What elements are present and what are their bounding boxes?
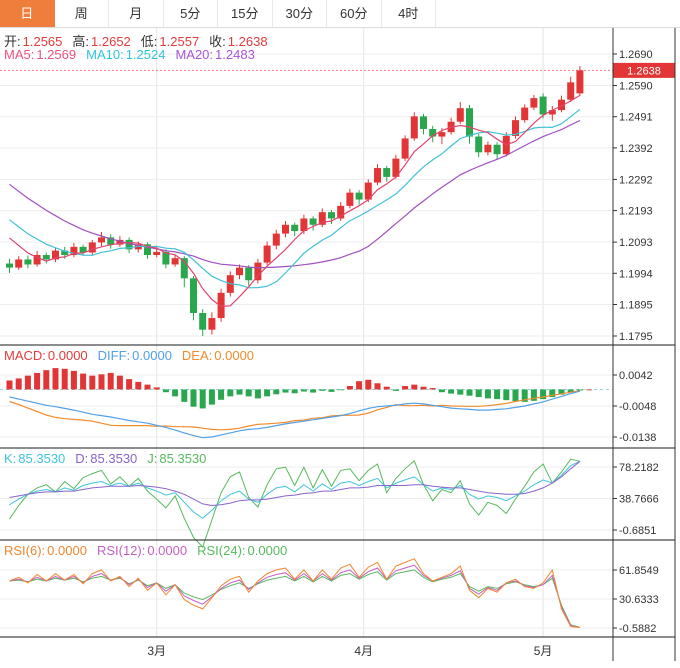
svg-text:1.2093: 1.2093 — [619, 237, 653, 249]
diff-value: 0.0000 — [132, 348, 172, 363]
ma20-label: MA20: — [175, 47, 214, 62]
ma20-value: 1.2483 — [215, 47, 255, 62]
macd-value: 0.0000 — [47, 348, 88, 363]
macd-header: MACD: 0.0000 DIFF: 0.0000 DEA: 0.0000 — [4, 348, 256, 363]
dea-value: 0.0000 — [214, 348, 255, 363]
svg-text:1.1994: 1.1994 — [619, 268, 653, 280]
tab-5分[interactable]: 5分 — [163, 0, 218, 27]
svg-text:1.2193: 1.2193 — [619, 206, 653, 218]
rsi6-label: RSI(6): — [4, 543, 46, 558]
tab-60分[interactable]: 60分 — [327, 0, 382, 27]
tab-月[interactable]: 月 — [109, 0, 164, 27]
svg-text:-0.0138: -0.0138 — [619, 432, 656, 444]
rsi24-label: RSI(24): — [197, 543, 246, 558]
rsi24-value: 0.0000 — [247, 543, 288, 558]
ma5-value: 1.2569 — [36, 47, 77, 62]
month-label-4月: 4月 — [354, 644, 374, 658]
svg-text:1.2292: 1.2292 — [619, 174, 653, 186]
rsi12-value: 0.0000 — [147, 543, 188, 558]
month-label-3月: 3月 — [147, 644, 167, 658]
svg-text:-0.0048: -0.0048 — [619, 401, 656, 413]
rsi6-value: 0.0000 — [47, 543, 87, 558]
d-value: 85.3530 — [90, 451, 138, 466]
svg-text:0.0042: 0.0042 — [619, 370, 653, 382]
tab-30分[interactable]: 30分 — [272, 0, 327, 27]
ma-header: MA5: 1.2569 MA10: 1.2524 MA20: 1.2483 — [4, 47, 257, 62]
k-label: K: — [4, 451, 17, 466]
ma5-label: MA5: — [4, 47, 35, 62]
x-axis-labels: 3月 4月 5月 — [0, 639, 680, 663]
svg-text:78.2182: 78.2182 — [619, 462, 659, 474]
svg-text:-0.5882: -0.5882 — [619, 623, 656, 635]
j-value: 85.3530 — [159, 451, 207, 466]
svg-text:1.2392: 1.2392 — [619, 143, 653, 155]
svg-text:1.2590: 1.2590 — [619, 81, 653, 93]
rsi-header: RSI(6): 0.0000 RSI(12): 0.0000 RSI(24): 0.000… — [4, 543, 289, 558]
svg-text:1.1895: 1.1895 — [619, 299, 653, 311]
month-label-5月: 5月 — [533, 644, 553, 658]
svg-text:1.2690: 1.2690 — [619, 49, 653, 61]
svg-text:61.8549: 61.8549 — [619, 565, 659, 577]
svg-text:38.7666: 38.7666 — [619, 493, 659, 505]
trading-chart-app: 日周月 5分 15分 30分 60分 4时 1.2690 1.2590 1.2491 1.239… — [0, 0, 680, 668]
ma10-value: 1.2524 — [125, 47, 166, 62]
d-label: D: — [75, 451, 89, 466]
rsi12-label: RSI(12): — [96, 543, 146, 558]
timeframe-tabbar: 日周月 5分 15分 30分 60分 4时 — [0, 0, 680, 28]
tab-周[interactable]: 周 — [54, 0, 109, 27]
kdj-header: K: 85.3530 D: 85.3530 J: 85.3530 — [4, 451, 208, 466]
macd-label: MACD: — [4, 348, 46, 363]
diff-label: DIFF: — [97, 348, 131, 363]
tab-日[interactable]: 日 — [0, 0, 55, 27]
svg-text:1.2491: 1.2491 — [619, 112, 653, 124]
last-price-badge-text: 1.2638 — [627, 65, 661, 77]
j-label: J: — [147, 451, 158, 466]
ma10-label: MA10: — [86, 47, 124, 62]
svg-text:-0.6851: -0.6851 — [619, 525, 656, 537]
tab-4时[interactable]: 4时 — [381, 0, 436, 27]
svg-text:1.1795: 1.1795 — [619, 331, 653, 343]
k-value: 85.3530 — [18, 451, 66, 466]
dea-label: DEA: — [181, 348, 213, 363]
svg-text:30.6333: 30.6333 — [619, 594, 659, 606]
chart-canvas: 1.2690 1.2590 1.2491 1.2392 1.2292 1.2193 1.20… — [0, 28, 676, 661]
tab-15分[interactable]: 15分 — [218, 0, 273, 27]
